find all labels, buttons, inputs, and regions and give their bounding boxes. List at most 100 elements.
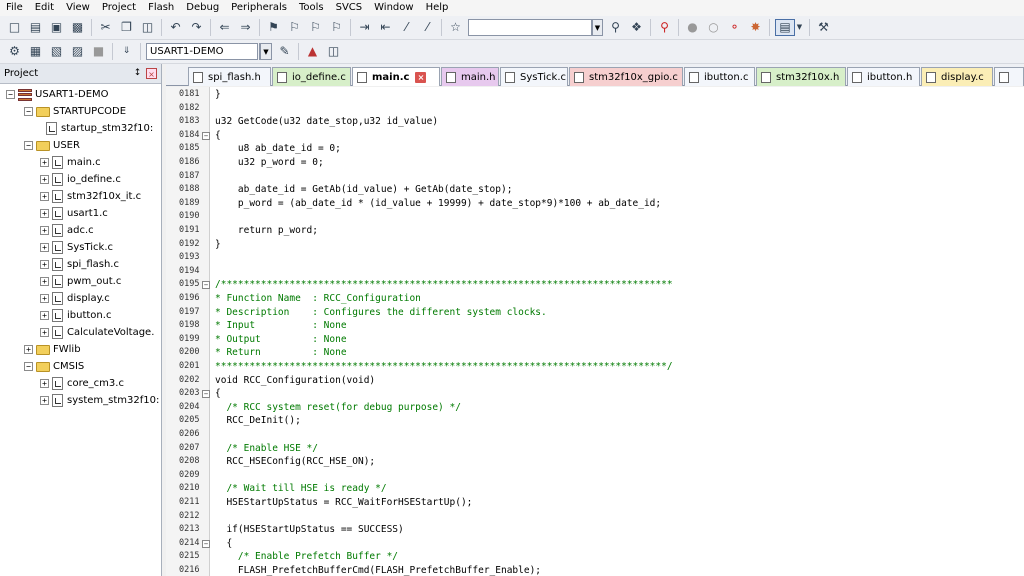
tree-file[interactable]: + stm32f10x_it.c [40, 188, 141, 205]
tree-file[interactable]: + core_cm3.c [40, 375, 124, 392]
tree-file[interactable]: + system_stm32f10: [40, 392, 159, 409]
collapse-icon[interactable]: − [24, 107, 33, 116]
editor-tab[interactable]: io_define.c [272, 67, 351, 86]
tree-file[interactable]: startup_stm32f10: [46, 120, 153, 137]
uncomment-icon[interactable]: ⁄ [419, 19, 436, 36]
save-icon[interactable]: ▣ [48, 19, 65, 36]
editor-tab[interactable]: stm32f10x_gpio.c [569, 67, 683, 86]
tree-folder[interactable]: − STARTUPCODE [24, 103, 126, 120]
navigate-forward-icon[interactable]: ⇒ [237, 19, 254, 36]
target-options-icon[interactable]: ✎ [276, 43, 293, 60]
navigate-back-icon[interactable]: ⇐ [216, 19, 233, 36]
close-tab-icon[interactable]: × [415, 71, 427, 83]
configure-icon[interactable]: ⚒ [815, 19, 832, 36]
editor-tab[interactable]: ibutton.c [684, 67, 755, 86]
undo-icon[interactable]: ↶ [167, 19, 184, 36]
stop-build-icon[interactable]: ■ [90, 43, 107, 60]
expand-icon[interactable]: + [40, 226, 49, 235]
menu-debug[interactable]: Debug [180, 0, 225, 16]
incremental-find-icon[interactable]: ❖ [628, 19, 645, 36]
expand-icon[interactable]: + [40, 379, 49, 388]
expand-icon[interactable]: + [40, 277, 49, 286]
editor-tab[interactable]: main.h [441, 67, 499, 86]
menu-help[interactable]: Help [420, 0, 455, 16]
expand-icon[interactable]: + [40, 260, 49, 269]
editor-tab[interactable] [994, 67, 1024, 86]
menu-flash[interactable]: Flash [142, 0, 180, 16]
expand-icon[interactable]: + [40, 175, 49, 184]
menu-tools[interactable]: Tools [293, 0, 330, 16]
menu-peripherals[interactable]: Peripherals [225, 0, 293, 16]
kill-breakpoints-icon[interactable]: ✸ [747, 19, 764, 36]
fold-toggle-icon[interactable]: − [202, 539, 210, 548]
editor-tab[interactable]: ibutton.h [847, 67, 920, 86]
editor-tab[interactable]: stm32f10x.h [756, 67, 846, 86]
disable-breakpoints-icon[interactable]: ⚬ [726, 19, 743, 36]
close-panel-icon[interactable]: × [146, 68, 157, 79]
menu-svcs[interactable]: SVCS [330, 0, 369, 16]
tree-file[interactable]: + pwm_out.c [40, 273, 121, 290]
expand-icon[interactable]: + [40, 311, 49, 320]
menu-view[interactable]: View [60, 0, 96, 16]
tree-file[interactable]: + ibutton.c [40, 307, 111, 324]
editor-tab[interactable]: display.c [921, 67, 993, 86]
code-editor[interactable]: 0181} 0182 0183 u32 GetCode(u32 date_stop,u… [166, 87, 1024, 576]
chevron-down-icon[interactable]: ▼ [795, 19, 804, 36]
cut-icon[interactable]: ✂ [97, 19, 114, 36]
indent-icon[interactable]: ⇥ [356, 19, 373, 36]
find-in-files-icon[interactable]: ☆ [447, 19, 464, 36]
fold-toggle-icon[interactable]: − [202, 390, 210, 399]
tree-file[interactable]: + spi_flash.c [40, 256, 119, 273]
tree-file[interactable]: + usart1.c [40, 205, 108, 222]
translate-icon[interactable]: ⚙ [6, 43, 23, 60]
rebuild-icon[interactable]: ▧ [48, 43, 65, 60]
expand-icon[interactable]: + [24, 345, 33, 354]
find-combo-dropdown[interactable]: ▼ [591, 19, 603, 36]
menu-project[interactable]: Project [96, 0, 142, 16]
tree-folder[interactable]: + FWlib [24, 341, 81, 358]
editor-tab[interactable]: spi_flash.h [188, 67, 271, 86]
new-file-icon[interactable]: □ [6, 19, 23, 36]
fold-toggle-icon[interactable]: − [202, 131, 210, 140]
fold-toggle-icon[interactable]: − [202, 281, 210, 290]
clear-bookmarks-icon[interactable]: ⚐ [328, 19, 345, 36]
unindent-icon[interactable]: ⇤ [377, 19, 394, 36]
collapse-icon[interactable]: − [24, 141, 33, 150]
menu-file[interactable]: File [0, 0, 29, 16]
expand-icon[interactable]: + [40, 209, 49, 218]
window-layout-icon[interactable]: ▤ [775, 19, 795, 36]
tree-root[interactable]: − USART1-DEMO [6, 86, 109, 103]
enable-breakpoint-icon[interactable]: ○ [705, 19, 722, 36]
tree-folder[interactable]: − USER [24, 137, 80, 154]
expand-icon[interactable]: + [40, 294, 49, 303]
menu-window[interactable]: Window [368, 0, 419, 16]
tree-file[interactable]: + main.c [40, 154, 101, 171]
editor-tab[interactable]: main.c × [352, 67, 440, 86]
open-file-icon[interactable]: ▤ [27, 19, 44, 36]
debug-start-icon[interactable]: ⚲ [656, 19, 673, 36]
collapse-icon[interactable]: − [6, 90, 15, 99]
manage-components-icon[interactable]: ▲ [304, 43, 321, 60]
manage-books-icon[interactable]: ◫ [325, 43, 342, 60]
expand-icon[interactable]: + [40, 396, 49, 405]
tree-file[interactable]: + adc.c [40, 222, 94, 239]
prev-bookmark-icon[interactable]: ⚐ [286, 19, 303, 36]
tree-folder[interactable]: − CMSIS [24, 358, 84, 375]
paste-icon[interactable]: ◫ [139, 19, 156, 36]
expand-icon[interactable]: + [40, 158, 49, 167]
menu-edit[interactable]: Edit [29, 0, 60, 16]
tree-file[interactable]: + io_define.c [40, 171, 121, 188]
target-select[interactable]: USART1-DEMO [146, 43, 258, 60]
save-all-icon[interactable]: ▩ [69, 19, 86, 36]
editor-tab[interactable]: SysTick.c [500, 67, 568, 86]
pin-icon[interactable]: ↕ [132, 68, 143, 79]
expand-icon[interactable]: + [40, 243, 49, 252]
copy-icon[interactable]: ❐ [118, 19, 135, 36]
batch-build-icon[interactable]: ▨ [69, 43, 86, 60]
collapse-icon[interactable]: − [24, 362, 33, 371]
bookmark-icon[interactable]: ⚑ [265, 19, 282, 36]
find-icon[interactable]: ⚲ [607, 19, 624, 36]
tree-file[interactable]: + display.c [40, 290, 110, 307]
redo-icon[interactable]: ↷ [188, 19, 205, 36]
comment-icon[interactable]: ⁄ [398, 19, 415, 36]
